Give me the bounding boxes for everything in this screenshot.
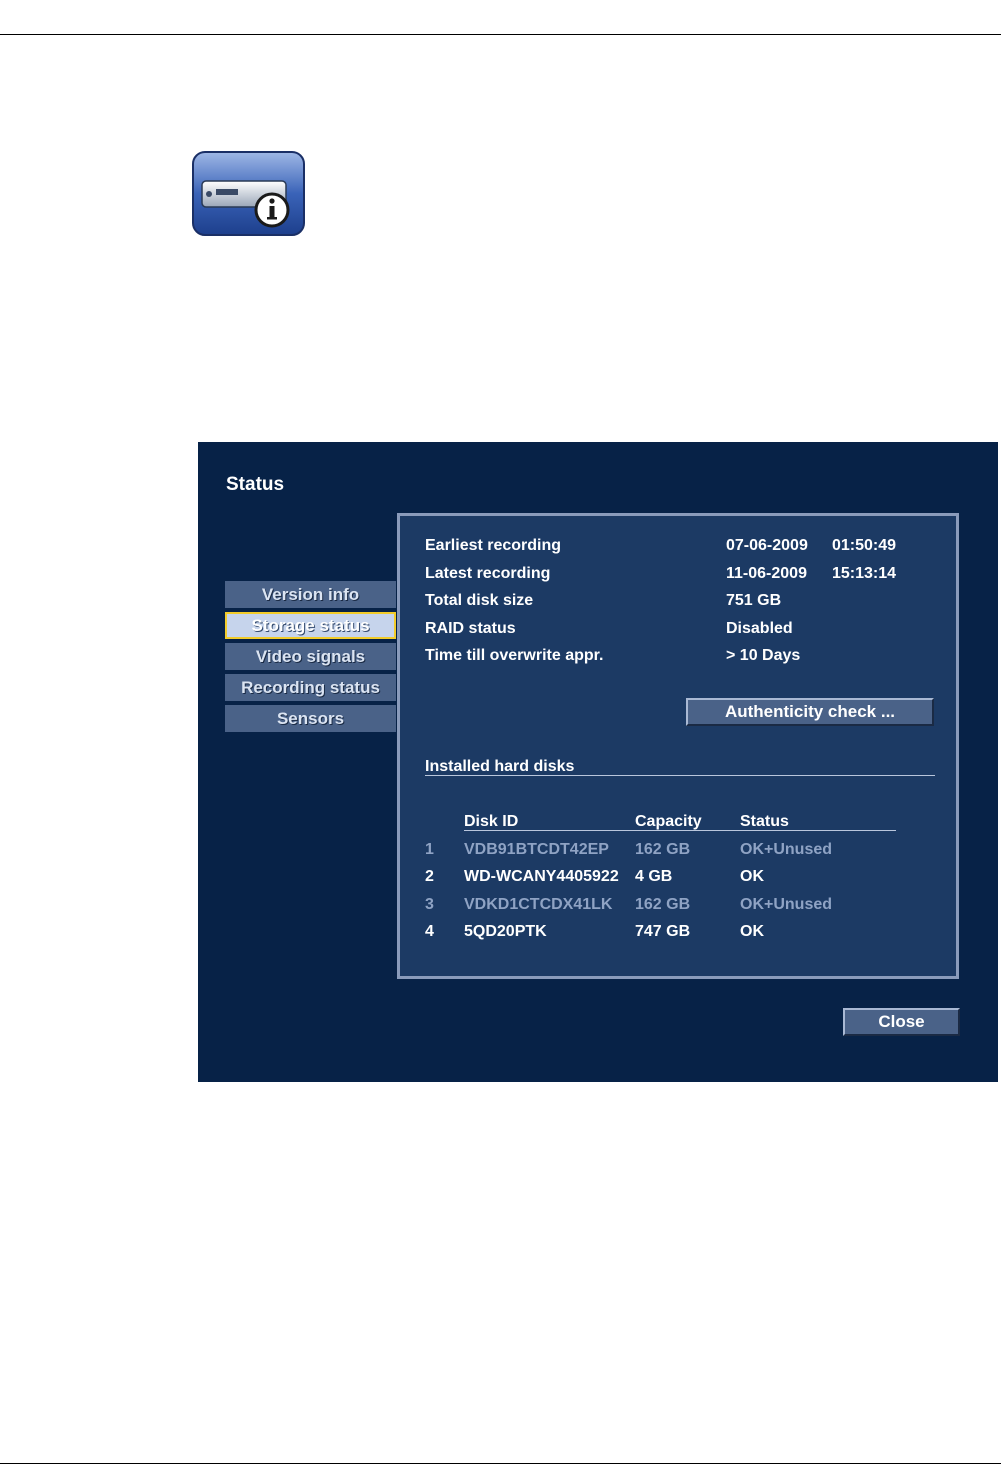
earliest-recording-label: Earliest recording [425, 537, 562, 554]
dialog-title: Status [226, 474, 285, 495]
disk-status: OK [740, 868, 764, 885]
disk-capacity: 162 GB [635, 896, 691, 913]
footer-rule [0, 1463, 1001, 1464]
menu-item-sensors[interactable]: Sensors [225, 705, 396, 732]
disk-id: VDB91BTCDT42EP [464, 841, 609, 858]
overwrite-time-value: > 10 Days [726, 647, 801, 664]
menu-item-version-info[interactable]: Version info [225, 581, 396, 608]
header-rule [0, 34, 1001, 35]
disk-id: VDKD1CTCDX41LK [464, 896, 613, 913]
raid-status-value: Disabled [726, 620, 793, 637]
menu-item-video-signals[interactable]: Video signals [225, 643, 396, 670]
disk-capacity: 162 GB [635, 841, 691, 858]
disk-id: WD-WCANY4405922 [464, 868, 619, 885]
header-divider [464, 830, 896, 831]
total-disk-size-value: 751 GB [726, 592, 782, 609]
status-dialog: Status Version info Storage status Video… [198, 442, 998, 1082]
overwrite-time-label: Time till overwrite appr. [425, 647, 604, 664]
authenticity-check-button[interactable]: Authenticity check ... [686, 698, 934, 726]
menu-item-recording-status[interactable]: Recording status [225, 674, 396, 701]
latest-recording-label: Latest recording [425, 565, 551, 582]
storage-status-panel: Earliest recording 07-06-2009 01:50:49 L… [397, 513, 959, 979]
total-disk-size-label: Total disk size [425, 592, 534, 609]
dvr-info-icon [192, 151, 305, 236]
disk-id: 5QD20PTK [464, 923, 547, 940]
latest-recording-time: 15:13:14 [832, 565, 897, 582]
disk-number: 3 [425, 896, 434, 913]
disk-number: 2 [425, 868, 434, 885]
raid-status-label: RAID status [425, 620, 516, 637]
disk-status: OK+Unused [740, 841, 833, 858]
col-header-status: Status [740, 813, 789, 830]
earliest-recording-date: 07-06-2009 [726, 537, 808, 554]
menu-item-storage-status[interactable]: Storage status [225, 612, 396, 639]
status-menu: Version info Storage status Video signal… [225, 581, 396, 736]
section-divider [425, 775, 935, 776]
close-button[interactable]: Close [843, 1008, 960, 1036]
disk-number: 4 [425, 923, 434, 940]
disk-capacity: 747 GB [635, 923, 691, 940]
disk-status: OK+Unused [740, 896, 833, 913]
disk-number: 1 [425, 841, 434, 858]
latest-recording-date: 11-06-2009 [726, 565, 807, 582]
col-header-capacity: Capacity [635, 813, 702, 830]
disk-status: OK [740, 923, 764, 940]
installed-disks-heading: Installed hard disks [425, 758, 575, 775]
disk-capacity: 4 GB [635, 868, 673, 885]
col-header-disk-id: Disk ID [464, 813, 519, 830]
earliest-recording-time: 01:50:49 [832, 537, 897, 554]
